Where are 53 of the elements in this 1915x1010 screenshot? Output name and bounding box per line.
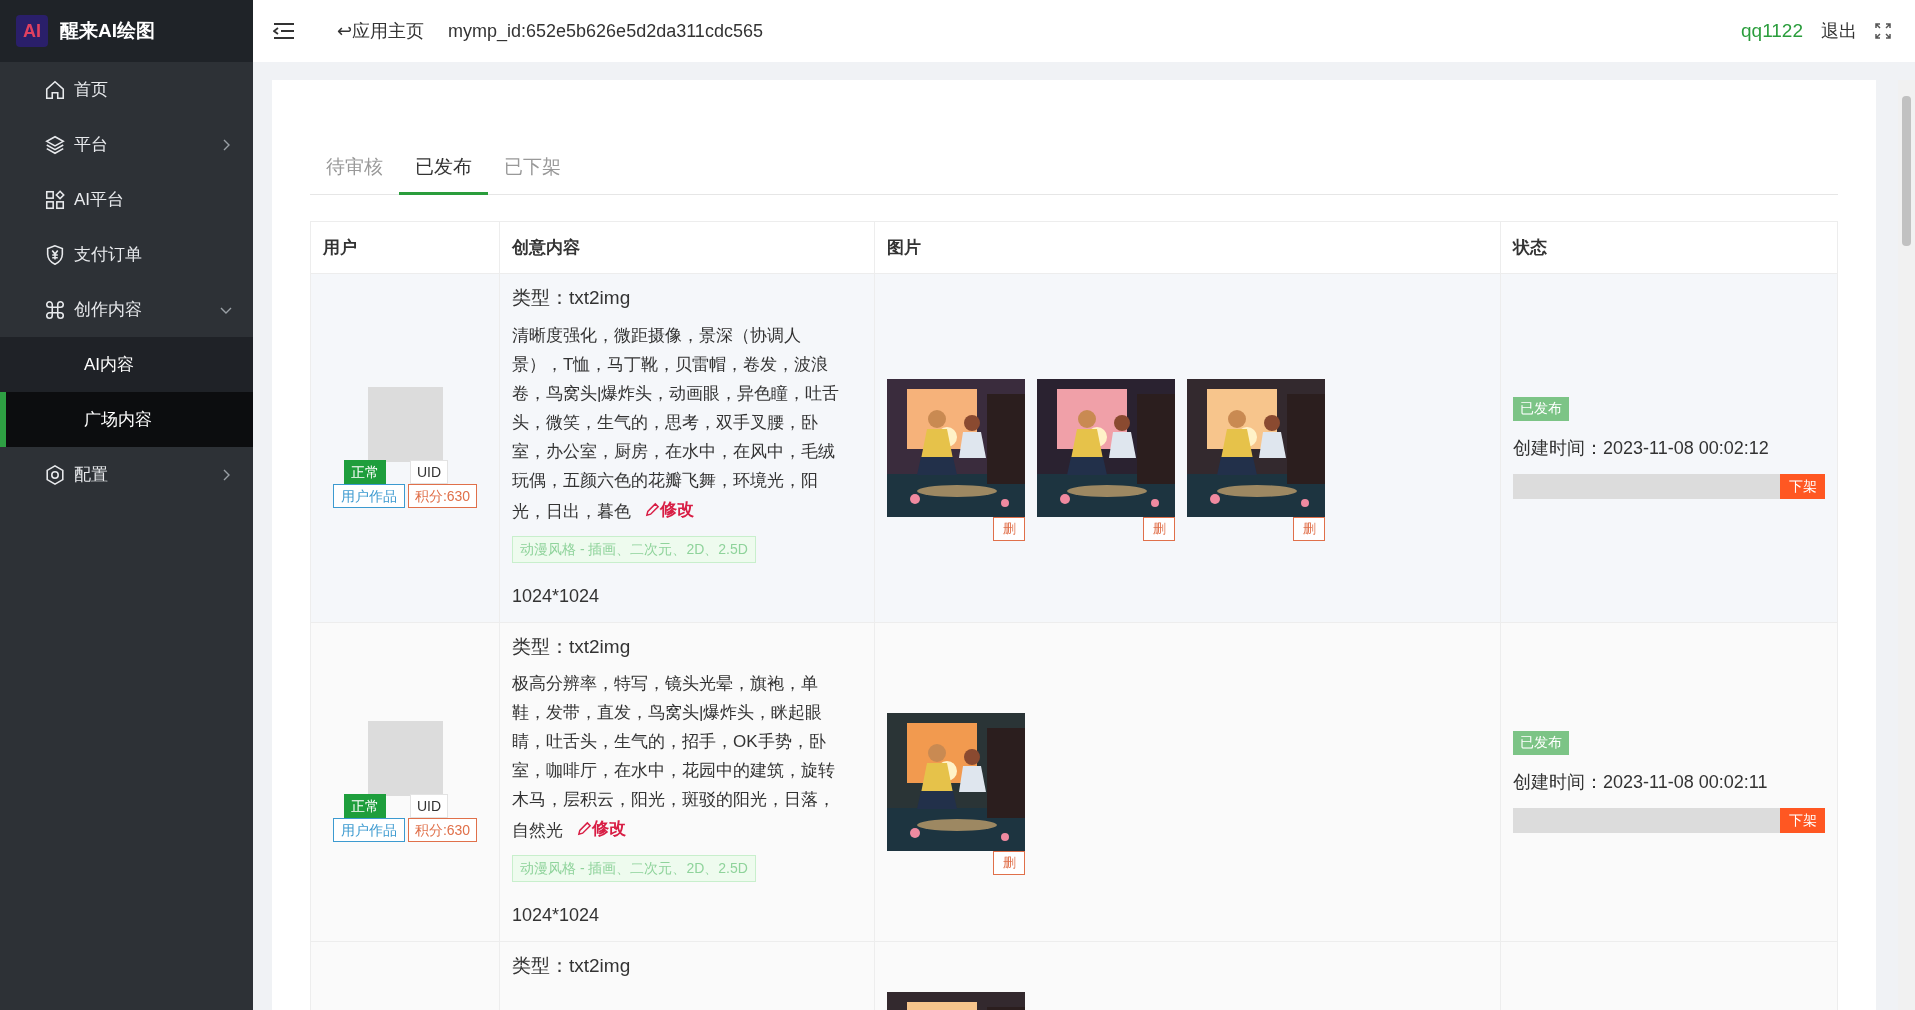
username[interactable]: qq1122 bbox=[1741, 16, 1803, 46]
image-size: 1024*1024 bbox=[512, 584, 601, 608]
source-tag: 用户作品 bbox=[332, 818, 405, 843]
column-header: 状态 bbox=[1500, 222, 1837, 273]
type-label: 类型：txt2img bbox=[512, 634, 632, 659]
edit-link[interactable]: 修改 bbox=[645, 494, 694, 524]
column-header: 图片 bbox=[874, 222, 1500, 273]
app-id: mymp_id:652e5b626e5d2da311cdc565 bbox=[448, 19, 763, 44]
scrollbar[interactable] bbox=[1898, 80, 1915, 1010]
style-tag: 动漫风格 - 插画、二次元、2D、2.5D bbox=[512, 855, 756, 882]
sidebar-item[interactable]: 支付订单 bbox=[0, 227, 253, 282]
sidebar-subitem[interactable]: 广场内容 bbox=[0, 392, 253, 447]
created-time: 创建时间：2023-11-08 00:02:12 bbox=[1513, 436, 1770, 460]
menu-toggle-icon[interactable] bbox=[273, 22, 295, 40]
home-icon bbox=[44, 78, 66, 101]
points-tag: 积分:630 bbox=[407, 484, 478, 509]
style-tag: 动漫风格 - 插画、二次元、2D、2.5D bbox=[512, 535, 756, 563]
column-header: 创意内容 bbox=[499, 222, 874, 273]
home-link[interactable]: ↩应用主页 bbox=[337, 17, 424, 45]
published-badge: 已发布 bbox=[1513, 730, 1569, 755]
status-badge: 正常 bbox=[344, 460, 386, 485]
source-tag: 用户作品 bbox=[332, 484, 405, 509]
type-label: 类型：txt2img bbox=[512, 286, 632, 310]
published-badge: 已发布 bbox=[1513, 396, 1569, 421]
sidebar-item[interactable]: AI平台 bbox=[0, 172, 253, 227]
sidebar-subitem[interactable]: AI内容 bbox=[0, 337, 253, 392]
command-icon bbox=[44, 298, 66, 321]
pencil-icon bbox=[645, 501, 660, 517]
sidebar-item[interactable]: 首页 bbox=[0, 62, 253, 117]
uid-label: UID bbox=[410, 460, 449, 485]
sidebar-item[interactable]: 创作内容 bbox=[0, 282, 253, 337]
points-tag: 积分:630 bbox=[407, 818, 478, 843]
image-size: 1024*1024 bbox=[512, 904, 601, 927]
layers-icon bbox=[44, 133, 66, 156]
shield-yen-icon bbox=[44, 243, 66, 266]
type-label: 类型：txt2img bbox=[512, 954, 632, 978]
logout-link[interactable]: 退出 bbox=[1821, 17, 1857, 45]
pencil-icon bbox=[577, 821, 592, 836]
fullscreen-icon[interactable] bbox=[1875, 23, 1891, 39]
app-title: 醒来AI绘图 bbox=[60, 18, 155, 43]
settings-icon bbox=[44, 463, 66, 486]
created-time: 创建时间：2023-11-08 00:02:11 bbox=[1513, 770, 1769, 794]
apps-icon bbox=[44, 188, 66, 211]
tab[interactable]: 已发布 bbox=[399, 143, 488, 195]
uid-label: UID bbox=[410, 794, 449, 819]
logo: AI bbox=[16, 15, 48, 47]
sidebar-item[interactable]: 配置 bbox=[0, 447, 253, 502]
prompt-text: 清晰度强化，微距摄像，景深（协调人景），T恤，马丁靴，贝雷帽，卷发，波浪卷，鸟窝头|爆炸头，动画眼，异色瞳，吐舌头，微笑，生气的，思考，双手叉腰，卧室，办公室，厨房，在水中，在风中，毛绒玩偶，五颜六色的花瓣飞舞，环境光，阳光，日出，暮色 修改 bbox=[512, 320, 862, 526]
sidebar-item[interactable]: 平台 bbox=[0, 117, 253, 172]
edit-link[interactable]: 修改 bbox=[577, 814, 626, 843]
status-badge: 正常 bbox=[344, 794, 386, 819]
column-header: 用户 bbox=[322, 236, 358, 259]
prompt-text: 极高分辨率，特写，镜头光晕，旗袍，单鞋，发带，直发，鸟窝头|爆炸头，眯起眼睛，吐舌头，生气的，招手，OK手势，卧室，咖啡厅，在水中，花园中的建筑，旋转木马，层积云，阳光，斑驳的阳光，日落，自然光 修改 bbox=[512, 669, 862, 845]
